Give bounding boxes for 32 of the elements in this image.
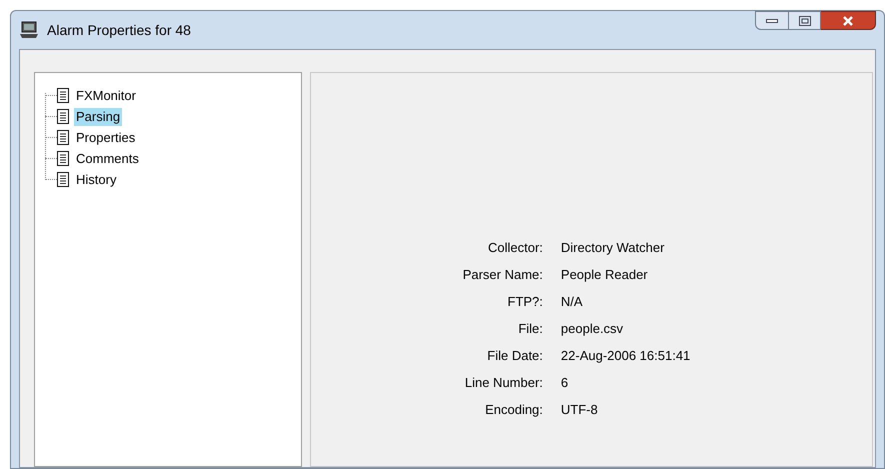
document-icon [57,88,69,103]
tree-item[interactable]: History [74,170,118,188]
tree-item[interactable]: Parsing [74,108,122,126]
field-value: 6 [560,374,570,392]
field-value: N/A [560,293,584,311]
document-icon [57,130,69,145]
document-icon [57,109,69,124]
tree-item[interactable]: Comments [74,150,141,168]
document-icon [57,172,69,187]
window-title: Alarm Properties for 48 [47,20,191,40]
document-icon [57,151,69,166]
field-value: Directory Watcher [560,239,666,257]
field-value: people.csv [560,320,624,338]
field-label: File Date: [486,347,543,365]
field-label: File: [517,320,543,338]
field-label: FTP?: [506,293,543,311]
field-value: People Reader [560,266,649,284]
close-button[interactable] [821,11,876,30]
field-label: Line Number: [464,374,543,392]
field-label: Collector: [486,239,543,257]
maximize-icon [798,16,810,26]
field-value: 22-Aug-2006 16:51:41 [560,347,690,365]
maximize-button[interactable] [789,11,821,30]
minimize-icon [766,18,778,22]
field-value: UTF-8 [560,401,599,419]
minimize-button[interactable] [755,11,789,30]
tree-item[interactable]: FXMonitor [74,86,138,104]
tree-item[interactable]: Properties [74,128,138,146]
close-icon [842,16,854,26]
field-label: Encoding: [484,401,543,419]
field-label: Parser Name: [462,266,543,284]
computer-icon [19,21,39,39]
